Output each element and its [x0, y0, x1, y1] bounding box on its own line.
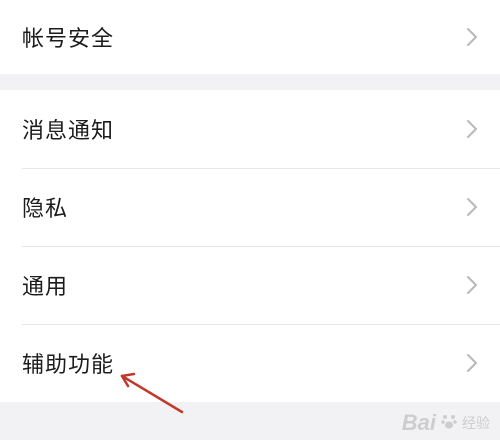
settings-page: 帐号安全 消息通知 隐私 通用 辅助功能 Bai 经验: [0, 0, 500, 440]
settings-item-label: 帐号安全: [22, 27, 115, 52]
chevron-right-icon: [466, 27, 478, 47]
settings-item-account-security[interactable]: 帐号安全: [0, 0, 500, 74]
chevron-right-icon: [466, 353, 478, 373]
settings-item-label: 辅助功能: [22, 353, 115, 378]
settings-item-accessibility[interactable]: 辅助功能: [0, 324, 500, 402]
red-arrow-icon: [112, 368, 192, 420]
watermark: Bai 经验: [402, 410, 490, 436]
settings-item-label: 消息通知: [22, 119, 115, 144]
paw-icon: [440, 412, 458, 434]
chevron-right-icon: [466, 275, 478, 295]
chevron-right-icon: [466, 197, 478, 217]
settings-group-general: 消息通知 隐私 通用 辅助功能: [0, 90, 500, 402]
watermark-sub: 经验: [462, 416, 490, 432]
chevron-right-icon: [466, 119, 478, 139]
watermark-brand: Bai: [401, 410, 436, 435]
settings-item-privacy[interactable]: 隐私: [0, 168, 500, 246]
settings-item-label: 隐私: [22, 197, 69, 222]
settings-item-general[interactable]: 通用: [0, 246, 500, 324]
settings-item-label: 通用: [22, 275, 69, 300]
settings-group-account: 帐号安全: [0, 0, 500, 74]
settings-item-notifications[interactable]: 消息通知: [0, 90, 500, 168]
